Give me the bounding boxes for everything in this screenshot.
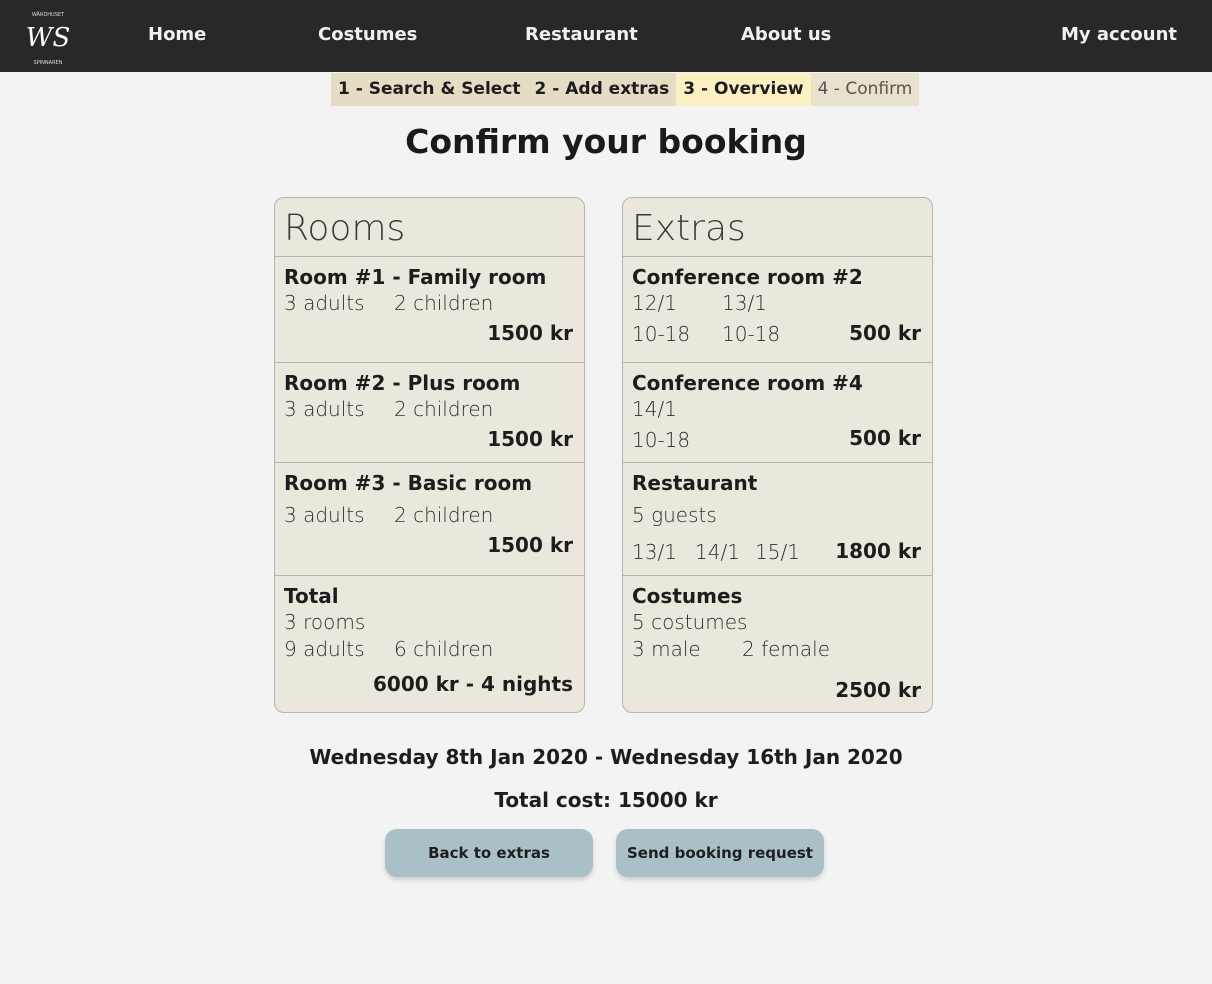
extra-title: Costumes [632,584,743,608]
logo[interactable]: WÄRDHUSET WS SPINNAREN [18,4,78,68]
page-title: Confirm your booking [405,122,807,161]
send-booking-request-button[interactable]: Send booking request [616,829,824,877]
date-range: Wednesday 8th Jan 2020 - Wednesday 16th … [309,745,903,769]
step-overview[interactable]: 3 - Overview [676,73,811,106]
total-rooms: 3 rooms [284,610,366,634]
top-navbar: WÄRDHUSET WS SPINNAREN Home Costumes Res… [0,0,1212,72]
step-search-select[interactable]: 1 - Search & Select [331,73,528,106]
room-item: Room #2 - Plus room 3 adults 2 children 1… [275,363,584,463]
extra-date: 14/1 [695,540,740,564]
room-title: Room #1 - Family room [284,265,547,289]
room-title: Room #2 - Plus room [284,371,521,395]
svg-text:WÄRDHUSET: WÄRDHUSET [32,11,65,18]
nav-about-link[interactable]: About us [741,24,831,45]
extra-date: 12/1 [632,291,677,315]
room-price: 1500 kr [487,427,573,451]
extra-price: 2500 kr [835,678,921,702]
extra-time: 10-18 [632,322,691,346]
extra-conference-room-2: Conference room #2 12/1 13/1 10-18 10-18 5… [623,257,932,363]
room-title: Room #3 - Basic room [284,471,533,495]
extra-restaurant: Restaurant 5 guests 13/1 14/1 15/1 1800 kr [623,463,932,576]
room-adults: 3 adults [284,397,365,421]
room-price: 1500 kr [487,533,573,557]
extra-costumes: Costumes 5 costumes 3 male 2 female 2500 … [623,576,932,712]
total-price: 6000 kr - 4 nights [372,672,573,696]
nav-home-link[interactable]: Home [148,24,206,45]
room-item: Room #1 - Family room 3 adults 2 children… [275,257,584,363]
extras-heading: Extras [623,198,932,257]
room-children: 2 children [394,397,494,421]
extra-price: 500 kr [849,426,921,450]
svg-text:WS: WS [26,23,71,53]
total-adults: 9 adults [284,637,365,661]
room-children: 2 children [394,503,494,527]
extra-price: 500 kr [849,321,921,345]
room-item: Room #3 - Basic room 3 adults 2 children … [275,463,584,576]
nav-my-account-link[interactable]: My account [1061,24,1177,45]
room-adults: 3 adults [284,291,365,315]
extra-title: Conference room #2 [632,265,863,289]
step-add-extras[interactable]: 2 - Add extras [527,73,677,106]
step-confirm: 4 - Confirm [810,73,920,106]
extra-conference-room-4: Conference room #4 14/1 10-18 500 kr [623,363,932,463]
costumes-count: 5 costumes [632,610,748,634]
extra-price: 1800 kr [835,539,921,563]
extra-time: 10-18 [722,322,781,346]
room-price: 1500 kr [487,321,573,345]
extra-date: 13/1 [632,540,677,564]
costumes-female: 2 female [742,637,831,661]
rooms-total: Total 3 rooms 9 adults 6 children 6000 kr… [275,576,584,712]
restaurant-guests: 5 guests [632,503,717,527]
extra-title: Conference room #4 [632,371,863,395]
room-children: 2 children [394,291,494,315]
extra-date: 15/1 [755,540,800,564]
booking-steps: 1 - Search & Select 2 - Add extras 3 - O… [331,73,920,106]
total-children: 6 children [394,637,494,661]
total-title: Total [284,584,339,608]
nav-costumes-link[interactable]: Costumes [318,24,417,45]
rooms-heading: Rooms [275,198,584,257]
back-to-extras-button[interactable]: Back to extras [385,829,593,877]
extras-card: Extras Conference room #2 12/1 13/1 10-18… [622,197,933,713]
extra-title: Restaurant [632,471,758,495]
room-adults: 3 adults [284,503,365,527]
total-cost: Total cost: 15000 kr [494,788,718,812]
rooms-card: Rooms Room #1 - Family room 3 adults 2 ch… [274,197,585,713]
nav-restaurant-link[interactable]: Restaurant [525,24,638,45]
svg-text:SPINNAREN: SPINNAREN [34,60,63,66]
extra-date: 13/1 [722,291,767,315]
extra-date: 14/1 [632,397,677,421]
costumes-male: 3 male [632,637,701,661]
